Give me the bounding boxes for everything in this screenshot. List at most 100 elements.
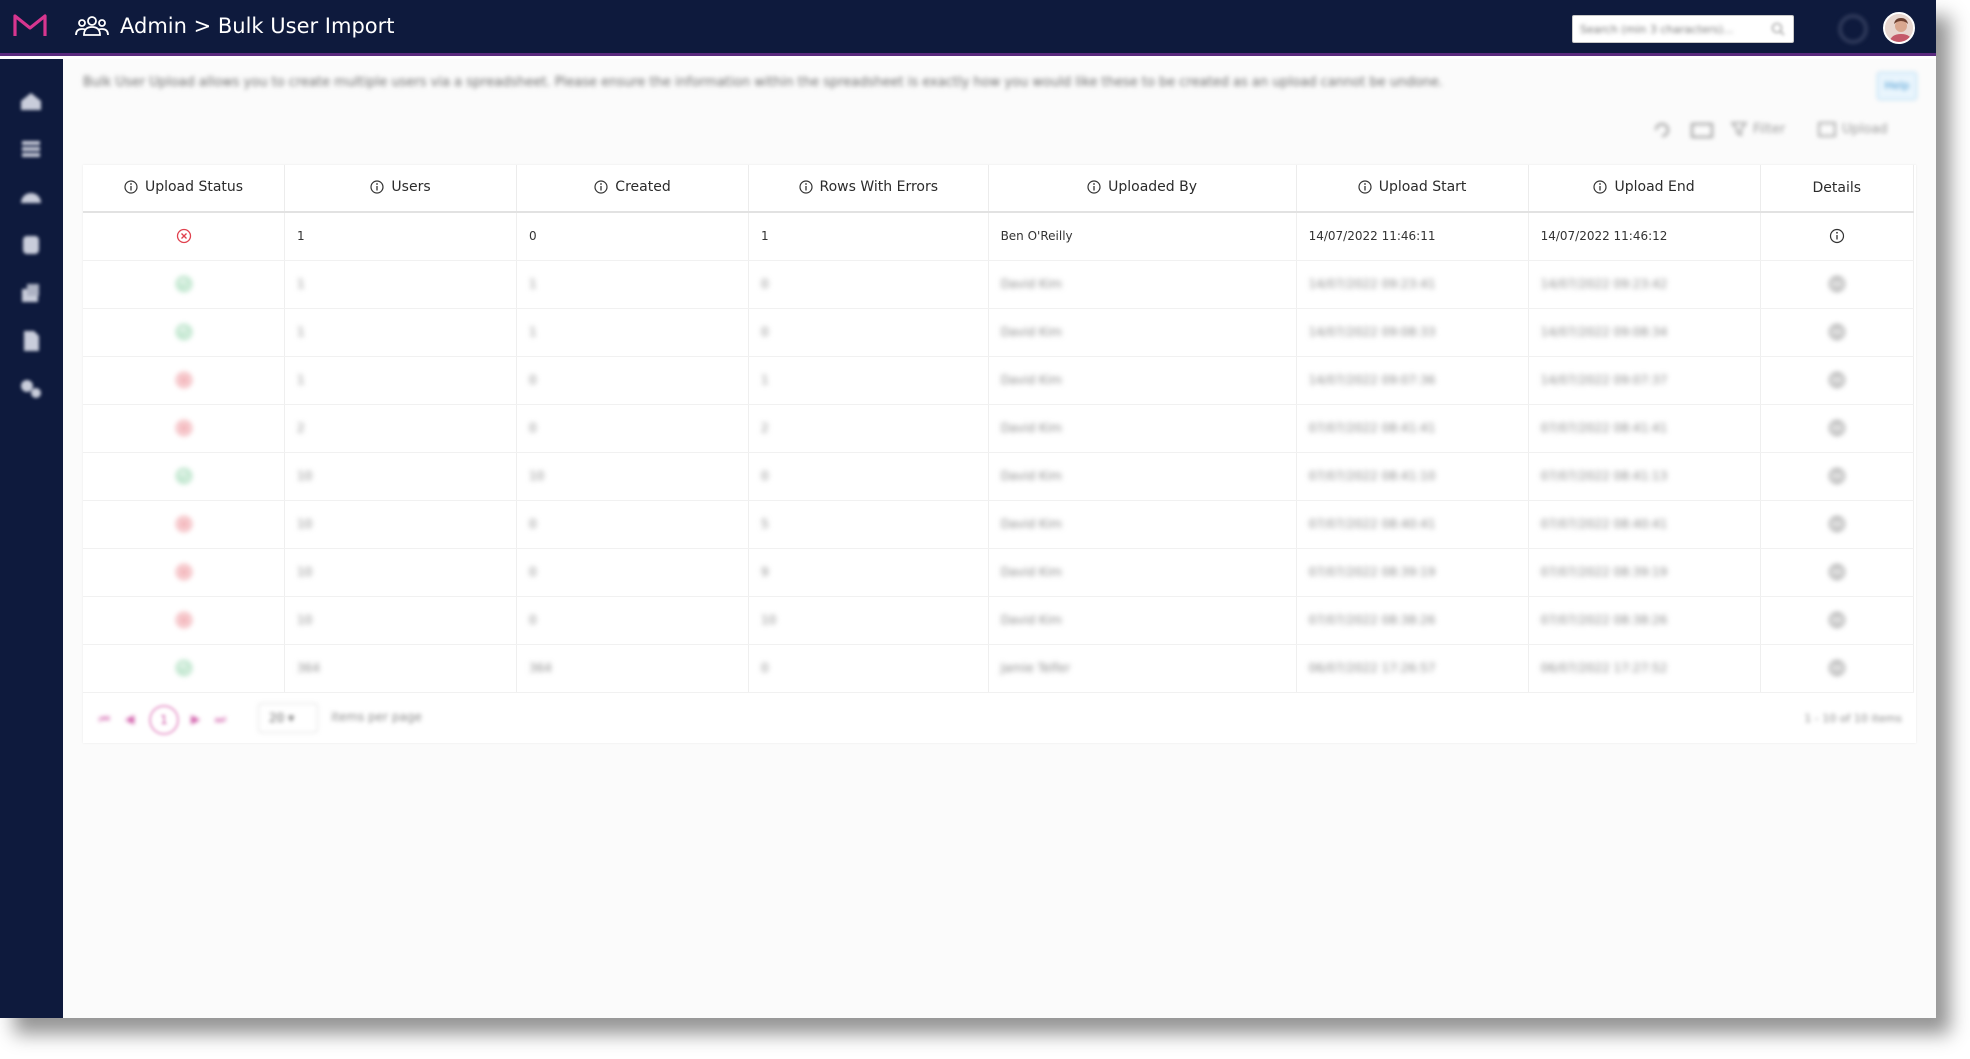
details-cell [1760, 452, 1915, 501]
details-info-icon[interactable] [1829, 612, 1845, 628]
info-icon [1593, 179, 1608, 194]
details-info-icon[interactable] [1829, 516, 1845, 532]
page-size-select[interactable]: 20 ▾ [258, 702, 318, 733]
details-info-icon[interactable] [1829, 420, 1845, 436]
filter-button[interactable]: Filter [1731, 121, 1785, 137]
table-row[interactable]: 1 1 0 David Kim 14/07/2022 09:08:33 14/07/202… [83, 308, 1915, 357]
help-button[interactable]: Help [1877, 72, 1917, 100]
sidebar-item-reports-icon[interactable] [19, 281, 43, 305]
help-circle-icon[interactable] [1839, 15, 1867, 43]
upload-end-cell: 14/07/2022 09:23:42 [1528, 260, 1761, 309]
table-body: 1 0 1 Ben O'Reilly 14/07/2022 11:46:11 14/07/… [83, 212, 1915, 693]
col-header-rows-with-errors[interactable]: Rows With Errors [748, 165, 989, 213]
filter-label: Filter [1753, 121, 1786, 137]
details-cell [1760, 596, 1915, 645]
page-number-button[interactable]: 1 [149, 704, 179, 735]
export-icon[interactable] [1691, 121, 1713, 139]
sidebar-item-document-icon[interactable] [19, 329, 43, 353]
info-icon [1358, 179, 1372, 194]
last-page-icon[interactable]: ⏭ [215, 712, 226, 727]
created-cell: 0 [516, 548, 749, 597]
global-search[interactable] [1572, 15, 1794, 43]
table-row[interactable]: 10 10 0 David Kim 07/07/2022 08:41:10 07/07/2… [83, 452, 1915, 501]
upload-end-cell: 07/07/2022 08:39:19 [1528, 548, 1761, 597]
details-info-icon[interactable] [1829, 324, 1845, 340]
table-row[interactable]: 10 0 10 David Kim 07/07/2022 08:38:26 07/07/2… [83, 596, 1915, 645]
details-info-icon[interactable] [1829, 660, 1845, 676]
details-cell [1760, 644, 1915, 693]
item-range-text: 1 - 10 of 10 items [1804, 711, 1902, 725]
created-cell: 0 [516, 212, 749, 261]
pagination: ⏮ ◀ 1 ▶ ⏭ 20 ▾ items per page 1 - 10 of … [83, 693, 1916, 743]
col-header-uploaded-by[interactable]: Uploaded By [988, 165, 1297, 213]
col-header-details: Details [1760, 165, 1915, 213]
col-header-users[interactable]: Users [284, 165, 518, 213]
table-row[interactable]: 364 364 0 Jamie Telfer 06/07/2022 17:26:57 06… [83, 644, 1915, 693]
table-header-row: Upload Status Users Created Rows With Er… [83, 165, 1915, 213]
upload-end-cell: 07/07/2022 08:40:41 [1528, 500, 1761, 549]
sidebar-item-database-icon[interactable] [19, 233, 43, 257]
errors-cell: 5 [748, 500, 989, 549]
brand-logo-icon[interactable] [12, 12, 48, 40]
uploaded-by-cell: Ben O'Reilly [988, 212, 1297, 261]
error-status-icon [176, 372, 191, 388]
details-cell [1760, 404, 1915, 453]
errors-cell: 9 [748, 548, 989, 597]
details-cell [1760, 356, 1915, 405]
search-icon[interactable] [1771, 22, 1785, 36]
next-page-icon[interactable]: ▶ [191, 712, 200, 726]
errors-cell: 0 [748, 260, 989, 309]
sidebar-item-home-icon[interactable] [19, 89, 43, 113]
uploaded-by-cell: David Kim [988, 404, 1297, 453]
intro-text: Bulk User Upload allows you to create mu… [83, 75, 1443, 90]
info-icon [370, 179, 385, 194]
uploaded-by-cell: Jamie Telfer [988, 644, 1297, 693]
app-window: Admin > Bulk User Import Search (min 3 c… [0, 0, 1936, 1018]
status-cell [83, 404, 286, 453]
sidebar-item-list-icon[interactable] [19, 137, 43, 161]
table-row[interactable]: 2 0 2 David Kim 07/07/2022 08:41:41 07/07/202… [83, 404, 1915, 453]
created-cell: 10 [516, 452, 749, 501]
uploaded-by-cell: David Kim [988, 260, 1297, 309]
created-cell: 1 [516, 308, 749, 357]
upload-end-cell: 14/07/2022 11:46:12 [1528, 212, 1761, 261]
first-page-icon[interactable]: ⏮ [99, 712, 110, 727]
users-cell: 364 [284, 644, 518, 693]
filter-icon [1731, 122, 1747, 137]
prev-page-icon[interactable]: ◀ [125, 712, 134, 726]
details-info-icon[interactable] [1829, 276, 1845, 292]
col-header-upload-status[interactable]: Upload Status [83, 165, 286, 213]
sidebar-item-settings-icon[interactable] [19, 377, 43, 401]
table-row[interactable]: 1 1 0 David Kim 14/07/2022 09:23:41 14/07/202… [83, 260, 1915, 309]
refresh-icon[interactable] [1653, 121, 1671, 139]
col-header-created[interactable]: Created [516, 165, 749, 213]
details-info-icon[interactable] [1829, 564, 1845, 580]
users-cell: 1 [284, 356, 518, 405]
users-cell: 2 [284, 404, 518, 453]
created-cell: 1 [516, 260, 749, 309]
search-input[interactable] [1573, 16, 1763, 42]
errors-cell: 1 [748, 212, 989, 261]
uploaded-by-cell: David Kim [988, 308, 1297, 357]
uploaded-by-cell: David Kim [988, 596, 1297, 645]
error-status-icon [176, 516, 191, 532]
user-photo-icon [1885, 14, 1913, 42]
table-row[interactable]: 1 0 1 Ben O'Reilly 14/07/2022 11:46:11 14/07/… [83, 212, 1915, 261]
table-row[interactable]: 10 0 9 David Kim 07/07/2022 08:39:19 07/07/20… [83, 548, 1915, 597]
error-status-icon [176, 612, 191, 628]
upload-start-cell: 07/07/2022 08:40:41 [1296, 500, 1529, 549]
details-info-icon[interactable] [1829, 372, 1845, 388]
table-row[interactable]: 1 0 1 David Kim 14/07/2022 09:07:36 14/07/202… [83, 356, 1915, 405]
users-cell: 1 [284, 260, 518, 309]
status-cell [83, 596, 286, 645]
avatar[interactable] [1883, 12, 1915, 44]
table-row[interactable]: 10 0 5 David Kim 07/07/2022 08:40:41 07/07/20… [83, 500, 1915, 549]
col-header-upload-end[interactable]: Upload End [1528, 165, 1761, 213]
status-cell [83, 452, 286, 501]
col-header-upload-start[interactable]: Upload Start [1296, 165, 1529, 213]
users-group-icon [75, 16, 109, 36]
upload-button[interactable]: Upload [1818, 121, 1888, 137]
sidebar-item-dashboard-icon[interactable] [19, 185, 43, 209]
details-info-icon[interactable] [1829, 468, 1845, 484]
details-info-icon[interactable] [1829, 228, 1845, 244]
